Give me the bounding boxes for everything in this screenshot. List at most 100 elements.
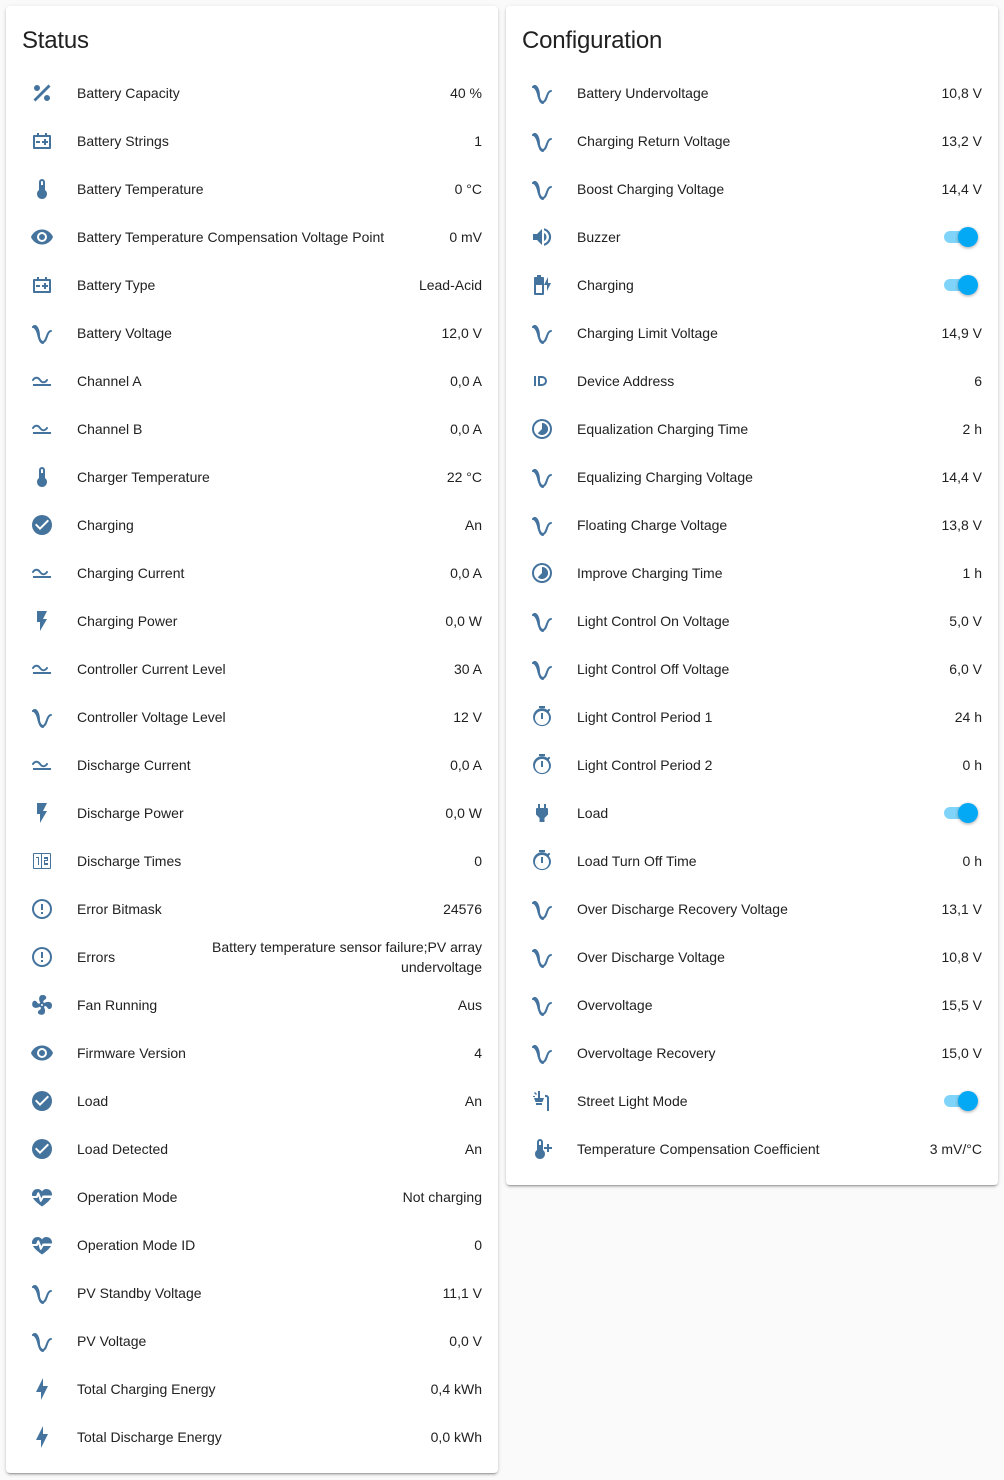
- entity-label[interactable]: Light Control Period 2: [577, 741, 712, 789]
- status-row-charging-power[interactable]: Charging Power 0,0 W: [6, 597, 498, 645]
- status-row-operation-mode[interactable]: Operation Mode Not charging: [6, 1173, 498, 1221]
- entity-label[interactable]: Battery Strings: [77, 117, 169, 165]
- config-row-battery-undervoltage[interactable]: Battery Undervoltage 10,8 V: [506, 69, 998, 117]
- config-row-light-control-period-1[interactable]: Light Control Period 1 24 h: [506, 693, 998, 741]
- config-row-buzzer[interactable]: Buzzer: [506, 213, 998, 261]
- entity-label[interactable]: Charging Power: [77, 597, 177, 645]
- status-row-total-charging-energy[interactable]: Total Charging Energy 0,4 kWh: [6, 1365, 498, 1413]
- status-row-load[interactable]: Load An: [6, 1077, 498, 1125]
- status-row-battery-strings[interactable]: Battery Strings 1: [6, 117, 498, 165]
- entity-label[interactable]: Discharge Times: [77, 837, 181, 885]
- status-row-battery-capacity[interactable]: Battery Capacity 40 %: [6, 69, 498, 117]
- config-row-load-turn-off-time[interactable]: Load Turn Off Time 0 h: [506, 837, 998, 885]
- entity-label[interactable]: Battery Undervoltage: [577, 69, 709, 117]
- entity-label[interactable]: Total Charging Energy: [77, 1365, 216, 1413]
- entity-label[interactable]: Charging Current: [77, 549, 184, 597]
- status-row-pv-standby-voltage[interactable]: PV Standby Voltage 11,1 V: [6, 1269, 498, 1317]
- entity-label[interactable]: Battery Type: [77, 261, 155, 309]
- config-row-over-discharge-recovery-voltage[interactable]: Over Discharge Recovery Voltage 13,1 V: [506, 885, 998, 933]
- entity-label[interactable]: Charging Return Voltage: [577, 117, 730, 165]
- entity-label[interactable]: Discharge Power: [77, 789, 184, 837]
- status-row-firmware-version[interactable]: Firmware Version 4: [6, 1029, 498, 1077]
- status-row-errors[interactable]: Errors Battery temperature sensor failure…: [6, 933, 498, 981]
- config-row-light-control-period-2[interactable]: Light Control Period 2 0 h: [506, 741, 998, 789]
- status-row-discharge-current[interactable]: Discharge Current 0,0 A: [6, 741, 498, 789]
- entity-label[interactable]: Battery Temperature: [77, 165, 204, 213]
- entity-label[interactable]: Operation Mode: [77, 1173, 177, 1221]
- entity-label[interactable]: Light Control On Voltage: [577, 597, 730, 645]
- config-row-floating-charge-voltage[interactable]: Floating Charge Voltage 13,8 V: [506, 501, 998, 549]
- config-row-improve-charging-time[interactable]: Improve Charging Time 1 h: [506, 549, 998, 597]
- entity-label[interactable]: Buzzer: [577, 213, 621, 261]
- entity-label[interactable]: Errors: [77, 933, 115, 981]
- status-row-discharge-times[interactable]: Discharge Times 0: [6, 837, 498, 885]
- entity-label[interactable]: PV Standby Voltage: [77, 1269, 202, 1317]
- entity-label[interactable]: Equalizing Charging Voltage: [577, 453, 753, 501]
- entity-label[interactable]: Temperature Compensation Coefficient: [577, 1125, 820, 1173]
- entity-label[interactable]: Battery Temperature Compensation Voltage…: [77, 213, 384, 261]
- entity-label[interactable]: Channel A: [77, 357, 142, 405]
- entity-label[interactable]: Load: [77, 1077, 108, 1125]
- entity-label[interactable]: Device Address: [577, 357, 674, 405]
- entity-label[interactable]: Charging: [577, 261, 634, 309]
- config-row-charging[interactable]: Charging: [506, 261, 998, 309]
- entity-label[interactable]: Charging: [77, 501, 134, 549]
- config-row-device-address[interactable]: Device Address 6: [506, 357, 998, 405]
- config-row-light-control-off-voltage[interactable]: Light Control Off Voltage 6,0 V: [506, 645, 998, 693]
- entity-label[interactable]: Channel B: [77, 405, 142, 453]
- entity-label[interactable]: Load Turn Off Time: [577, 837, 697, 885]
- config-row-load[interactable]: Load: [506, 789, 998, 837]
- status-row-discharge-power[interactable]: Discharge Power 0,0 W: [6, 789, 498, 837]
- status-row-battery-type[interactable]: Battery Type Lead-Acid: [6, 261, 498, 309]
- toggle-switch[interactable]: [942, 227, 978, 247]
- config-row-light-control-on-voltage[interactable]: Light Control On Voltage 5,0 V: [506, 597, 998, 645]
- entity-label[interactable]: Equalization Charging Time: [577, 405, 748, 453]
- status-row-battery-voltage[interactable]: Battery Voltage 12,0 V: [6, 309, 498, 357]
- toggle-switch[interactable]: [942, 803, 978, 823]
- config-row-overvoltage[interactable]: Overvoltage 15,5 V: [506, 981, 998, 1029]
- entity-label[interactable]: Overvoltage: [577, 981, 652, 1029]
- entity-label[interactable]: Charger Temperature: [77, 453, 210, 501]
- entity-label[interactable]: Load: [577, 789, 608, 837]
- entity-label[interactable]: Over Discharge Voltage: [577, 933, 725, 981]
- toggle-switch[interactable]: [942, 275, 978, 295]
- config-row-overvoltage-recovery[interactable]: Overvoltage Recovery 15,0 V: [506, 1029, 998, 1077]
- entity-label[interactable]: Battery Capacity: [77, 69, 180, 117]
- toggle-switch[interactable]: [942, 1091, 978, 1111]
- status-row-load-detected[interactable]: Load Detected An: [6, 1125, 498, 1173]
- config-row-equalization-charging-time[interactable]: Equalization Charging Time 2 h: [506, 405, 998, 453]
- config-row-charging-return-voltage[interactable]: Charging Return Voltage 13,2 V: [506, 117, 998, 165]
- entity-label[interactable]: Floating Charge Voltage: [577, 501, 727, 549]
- status-row-total-discharge-energy[interactable]: Total Discharge Energy 0,0 kWh: [6, 1413, 498, 1461]
- entity-label[interactable]: Controller Current Level: [77, 645, 226, 693]
- status-row-battery-temperature[interactable]: Battery Temperature 0 °C: [6, 165, 498, 213]
- entity-label[interactable]: PV Voltage: [77, 1317, 146, 1365]
- entity-label[interactable]: Controller Voltage Level: [77, 693, 226, 741]
- config-row-over-discharge-voltage[interactable]: Over Discharge Voltage 10,8 V: [506, 933, 998, 981]
- entity-label[interactable]: Operation Mode ID: [77, 1221, 195, 1269]
- status-row-charger-temperature[interactable]: Charger Temperature 22 °C: [6, 453, 498, 501]
- entity-label[interactable]: Light Control Period 1: [577, 693, 712, 741]
- entity-label[interactable]: Error Bitmask: [77, 885, 162, 933]
- entity-label[interactable]: Discharge Current: [77, 741, 191, 789]
- entity-label[interactable]: Load Detected: [77, 1125, 168, 1173]
- status-row-controller-voltage-level[interactable]: Controller Voltage Level 12 V: [6, 693, 498, 741]
- status-row-charging[interactable]: Charging An: [6, 501, 498, 549]
- entity-label[interactable]: Fan Running: [77, 981, 157, 1029]
- entity-label[interactable]: Total Discharge Energy: [77, 1413, 222, 1461]
- status-row-operation-mode-id[interactable]: Operation Mode ID 0: [6, 1221, 498, 1269]
- config-row-charging-limit-voltage[interactable]: Charging Limit Voltage 14,9 V: [506, 309, 998, 357]
- status-row-channel-a[interactable]: Channel A 0,0 A: [6, 357, 498, 405]
- entity-label[interactable]: Firmware Version: [77, 1029, 186, 1077]
- status-row-fan-running[interactable]: Fan Running Aus: [6, 981, 498, 1029]
- entity-label[interactable]: Improve Charging Time: [577, 549, 723, 597]
- status-row-pv-voltage[interactable]: PV Voltage 0,0 V: [6, 1317, 498, 1365]
- status-row-channel-b[interactable]: Channel B 0,0 A: [6, 405, 498, 453]
- config-row-boost-charging-voltage[interactable]: Boost Charging Voltage 14,4 V: [506, 165, 998, 213]
- config-row-equalizing-charging-voltage[interactable]: Equalizing Charging Voltage 14,4 V: [506, 453, 998, 501]
- entity-label[interactable]: Battery Voltage: [77, 309, 172, 357]
- entity-label[interactable]: Overvoltage Recovery: [577, 1029, 716, 1077]
- config-row-temperature-compensation-coefficient[interactable]: Temperature Compensation Coefficient 3 mV…: [506, 1125, 998, 1173]
- status-row-battery-temperature-compensation-voltage-point[interactable]: Battery Temperature Compensation Voltage…: [6, 213, 498, 261]
- status-row-controller-current-level[interactable]: Controller Current Level 30 A: [6, 645, 498, 693]
